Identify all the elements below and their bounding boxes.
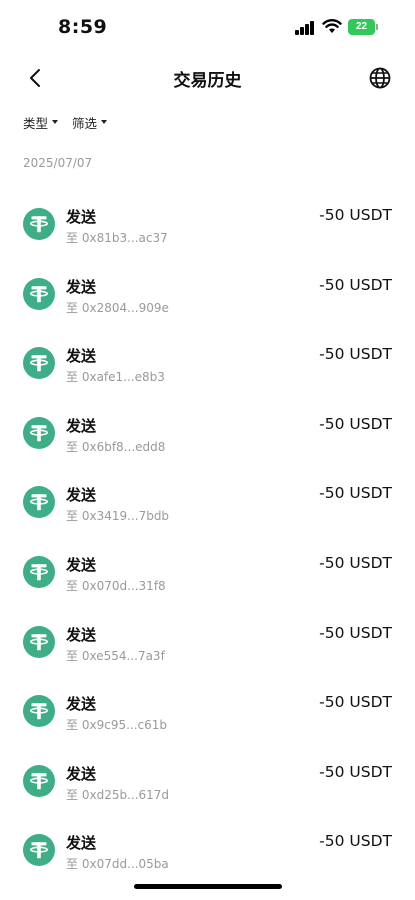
caret-down-icon (52, 120, 59, 124)
transaction-recipient: 至 0x9c95...c61b (66, 716, 167, 733)
home-indicator[interactable] (134, 884, 282, 889)
tether-usdt-icon (23, 347, 55, 380)
transaction-amount: -50 USDT (319, 623, 392, 642)
transaction-row[interactable]: 发送 至 0x6bf8...edd8 -50 USDT (0, 399, 415, 469)
recipient-prefix: 至 (66, 300, 79, 315)
transaction-recipient: 至 0xe554...7a3f (66, 647, 165, 664)
transaction-recipient: 至 0x3419...7bdb (66, 507, 169, 524)
transaction-list: 发送 至 0x81b3...ac37 -50 USDT 发送 至 0x2804.… (0, 190, 415, 886)
transaction-type: 发送 (66, 555, 97, 574)
transaction-amount: -50 USDT (319, 553, 392, 572)
recipient-prefix: 至 (66, 231, 79, 245)
recipient-address: 0xafe1...e8b3 (81, 370, 165, 385)
transaction-row[interactable]: 发送 至 0xe554...7a3f -50 USDT (0, 608, 415, 678)
transaction-recipient: 至 0xafe1...e8b3 (66, 368, 165, 385)
tether-usdt-icon (23, 695, 55, 728)
tether-usdt-icon (23, 834, 55, 867)
recipient-prefix: 至 (66, 718, 79, 733)
recipient-address: 0xe554...7a3f (81, 648, 165, 663)
recipient-address: 0x9c95...c61b (81, 718, 168, 733)
recipient-address: 0xd25b...617d (81, 787, 170, 802)
transaction-row[interactable]: 发送 至 0x3419...7bdb -50 USDT (0, 468, 415, 538)
tether-usdt-icon (23, 416, 55, 449)
transaction-recipient: 至 0x2804...909e (66, 299, 169, 316)
transaction-type: 发送 (66, 834, 97, 853)
filter-bar: 类型 筛选 (23, 112, 108, 132)
transaction-recipient: 至 0x81b3...ac37 (66, 229, 168, 246)
recipient-address: 0x070d...31f8 (81, 578, 166, 593)
transaction-amount: -50 USDT (319, 206, 392, 224)
transaction-amount: -50 USDT (319, 345, 392, 364)
type-filter-label: 类型 (23, 115, 49, 131)
recipient-prefix: 至 (66, 578, 79, 593)
recipient-prefix: 至 (66, 370, 79, 385)
recipient-address: 0x07dd...05ba (81, 857, 169, 872)
caret-down-icon (101, 120, 108, 124)
tether-usdt-icon (23, 625, 55, 658)
transaction-type: 发送 (66, 416, 97, 435)
status-bar: 8:59 22 (0, 0, 415, 56)
transaction-type: 发送 (66, 277, 97, 296)
recipient-prefix: 至 (66, 439, 79, 454)
transaction-amount: -50 USDT (319, 414, 392, 433)
transaction-row[interactable]: 发送 至 0x2804...909e -50 USDT (0, 260, 415, 330)
transaction-recipient: 至 0x07dd...05ba (66, 855, 169, 872)
transaction-recipient: 至 0xd25b...617d (66, 786, 169, 803)
transaction-amount: -50 USDT (319, 275, 392, 294)
cellular-signal-icon (295, 21, 317, 35)
transaction-row[interactable]: 发送 至 0x070d...31f8 -50 USDT (0, 538, 415, 608)
filter-label: 筛选 (72, 115, 98, 131)
transaction-recipient: 至 0x6bf8...edd8 (66, 438, 165, 455)
tether-usdt-icon (23, 277, 55, 310)
date-group-header: 2025/07/07 (23, 156, 93, 170)
transaction-row[interactable]: 发送 至 0x07dd...05ba -50 USDT (0, 816, 415, 886)
transaction-amount: -50 USDT (319, 762, 392, 781)
battery-level: 22 (348, 19, 375, 35)
transaction-type: 发送 (66, 764, 97, 783)
transaction-type: 发送 (66, 695, 97, 714)
recipient-prefix: 至 (66, 648, 79, 663)
transaction-row[interactable]: 发送 至 0xafe1...e8b3 -50 USDT (0, 329, 415, 399)
globe-icon[interactable] (368, 66, 392, 90)
transaction-amount: -50 USDT (319, 832, 392, 851)
recipient-prefix: 至 (66, 787, 79, 802)
filter-dropdown[interactable]: 筛选 (72, 112, 108, 132)
tether-usdt-icon (23, 555, 55, 588)
battery-icon: 22 (348, 19, 378, 35)
transaction-row[interactable]: 发送 至 0x81b3...ac37 -50 USDT (0, 190, 415, 260)
transaction-row[interactable]: 发送 至 0xd25b...617d -50 USDT (0, 747, 415, 817)
transaction-type: 发送 (66, 625, 97, 644)
type-filter-dropdown[interactable]: 类型 (23, 112, 59, 132)
tether-usdt-icon (23, 764, 55, 797)
tether-usdt-icon (23, 486, 55, 519)
recipient-address: 0x2804...909e (81, 300, 169, 315)
nav-bar: 交易历史 (0, 56, 415, 100)
transaction-amount: -50 USDT (319, 693, 392, 712)
status-time: 8:59 (58, 16, 108, 38)
recipient-prefix: 至 (66, 857, 79, 872)
transaction-recipient: 至 0x070d...31f8 (66, 577, 166, 594)
wifi-icon (322, 19, 342, 33)
transaction-amount: -50 USDT (319, 484, 392, 503)
recipient-address: 0x3419...7bdb (81, 509, 170, 524)
recipient-prefix: 至 (66, 509, 79, 524)
recipient-address: 0x81b3...ac37 (81, 231, 168, 245)
transaction-type: 发送 (66, 486, 97, 505)
page-title: 交易历史 (173, 71, 242, 91)
transaction-type: 发送 (66, 208, 97, 226)
tether-usdt-icon (23, 208, 55, 240)
recipient-address: 0x6bf8...edd8 (81, 439, 166, 454)
transaction-type: 发送 (66, 347, 97, 366)
transaction-row[interactable]: 发送 至 0x9c95...c61b -50 USDT (0, 677, 415, 747)
